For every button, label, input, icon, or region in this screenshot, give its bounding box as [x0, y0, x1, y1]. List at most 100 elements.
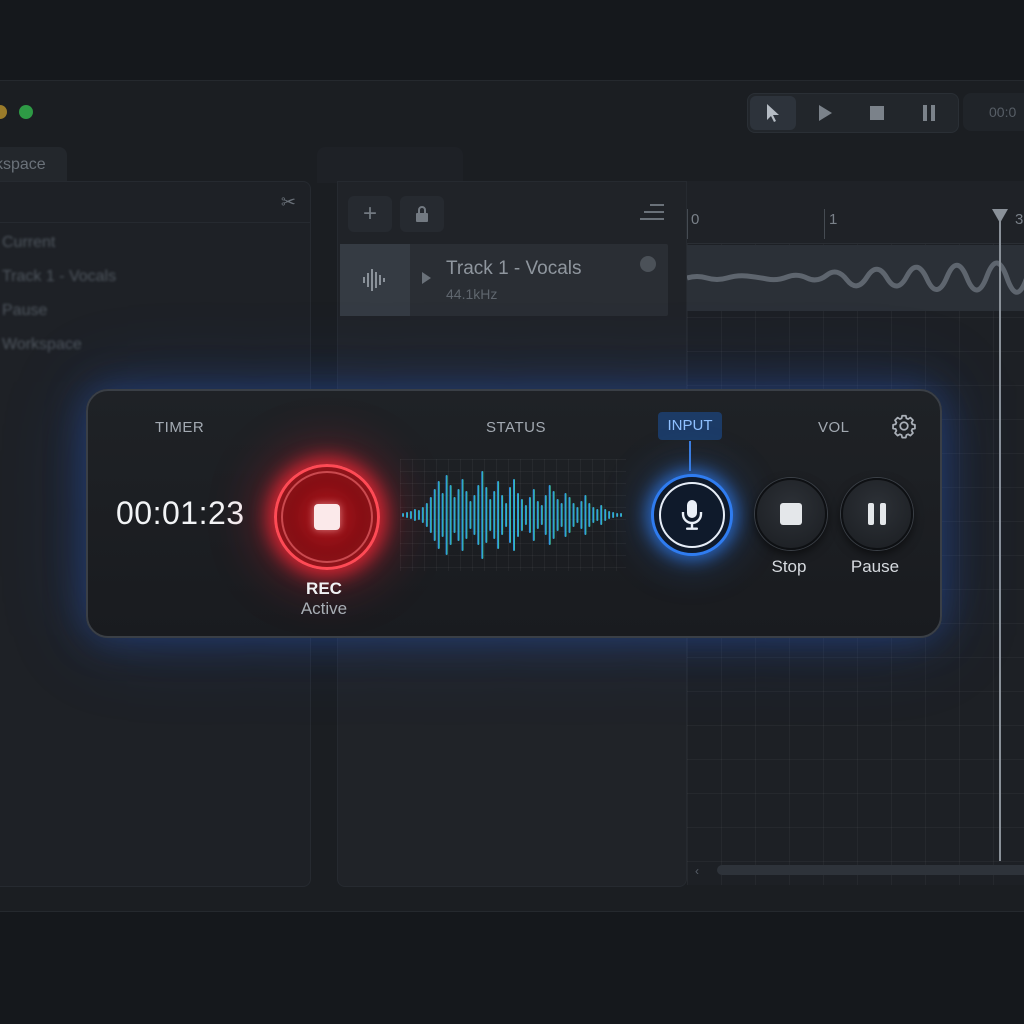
waveform-bar [517, 493, 519, 537]
ruler-tick-label: 3 [1015, 211, 1024, 228]
waveform-bar [513, 479, 515, 551]
input-connector [689, 441, 691, 471]
waveform-bar [580, 501, 583, 529]
waveform-bar [413, 509, 416, 521]
scroll-left-arrow[interactable]: ‹ [695, 864, 699, 878]
pause-label: Pause [850, 557, 900, 576]
waveform-bar [592, 507, 595, 523]
pause-icon [868, 503, 886, 525]
waveform-bar [560, 503, 563, 527]
waveform-bar [620, 513, 622, 517]
waveform-bar [425, 503, 428, 527]
horizontal-scrollbar[interactable] [717, 865, 1024, 875]
waveform-bar [552, 491, 555, 539]
track-row[interactable]: Track 1 - Vocals 44.1kHz [340, 244, 668, 316]
workspace-panel-header: ✂ [0, 182, 310, 223]
tab-tracks[interactable] [317, 147, 463, 183]
waveform-bar [544, 495, 547, 535]
cursor-tool-button[interactable] [750, 96, 796, 130]
play-button[interactable] [802, 96, 848, 130]
stop-icon [780, 503, 802, 525]
waveform-bar [481, 471, 484, 559]
waveform-bar [449, 485, 452, 545]
pause-button[interactable] [906, 96, 952, 130]
tree-item[interactable]: Track 1 - Vocals [2, 268, 116, 286]
waveform-bar [616, 513, 619, 517]
pause-button[interactable] [841, 478, 913, 550]
track-sample-rate: 44.1kHz [446, 286, 498, 302]
scissors-icon[interactable]: ✂ [281, 192, 296, 213]
plus-icon: + [362, 200, 377, 227]
waveform-bar [465, 491, 468, 539]
waveform-bar [437, 481, 440, 549]
waveform-bar [489, 499, 492, 531]
waveform-bar [520, 499, 523, 531]
pause-icon [923, 105, 935, 121]
waveform-bar [548, 485, 551, 545]
waveform-bar [564, 493, 567, 537]
waveform-bar [505, 503, 508, 527]
zoom-button[interactable] [19, 105, 33, 119]
time-display: 00:0 [963, 93, 1024, 131]
waveform-bar [417, 510, 420, 520]
waveform-bar [477, 485, 480, 545]
transport-toolbar [747, 93, 959, 133]
stop-button[interactable] [755, 478, 827, 550]
waveform-bar [588, 503, 591, 527]
stop-icon [870, 106, 884, 120]
waveform-bar [572, 503, 575, 527]
volume-label[interactable]: VOL [818, 419, 850, 436]
lock-button[interactable] [400, 196, 444, 232]
status-waveform [400, 459, 626, 571]
track-name: Track 1 - Vocals [446, 258, 582, 279]
waveform-bar [485, 487, 488, 543]
record-stop-icon [314, 504, 340, 530]
waveform-bar [469, 501, 472, 529]
waveform-bar [604, 509, 607, 521]
mic-input-button[interactable] [651, 474, 733, 556]
waveform-bar [501, 495, 504, 535]
title-bar: 00:0 [0, 81, 1024, 141]
waveform-bar [461, 479, 464, 551]
ruler-tick-label: 0 [691, 211, 700, 228]
waveform-bar [540, 505, 543, 525]
recording-widget: TIMER STATUS INPUT VOL 00:01:23 REC Acti… [86, 389, 942, 638]
play-icon[interactable] [422, 272, 431, 284]
track-waveform-thumbnail [340, 244, 410, 316]
waveform-bar [556, 499, 559, 531]
tree-item[interactable]: Workspace [2, 336, 82, 354]
add-track-button[interactable]: + [348, 196, 392, 232]
playhead-line [999, 211, 1001, 861]
waveform-bar [406, 512, 408, 518]
ruler-tick-label: 1 [829, 211, 838, 228]
record-button[interactable] [274, 464, 380, 570]
waveform-bar [532, 489, 535, 541]
play-icon [819, 105, 832, 121]
tree-item[interactable]: Current [2, 234, 55, 252]
waveform-bar [421, 507, 424, 523]
waveform-bar [473, 495, 476, 535]
waveform-bar [453, 497, 456, 533]
minimize-button[interactable] [0, 105, 7, 119]
tab-workspace[interactable]: kspace [0, 147, 67, 183]
waveform-bar [524, 505, 527, 525]
tree-item[interactable]: Pause [2, 302, 47, 320]
input-badge[interactable]: INPUT [658, 412, 722, 440]
waveform-bar [596, 509, 599, 521]
timeline-ruler[interactable]: 0 1 3 [687, 181, 1024, 244]
list-menu-icon[interactable] [640, 202, 664, 222]
waveform-bar [493, 491, 496, 539]
record-arm-toggle[interactable] [640, 256, 656, 272]
gear-icon[interactable] [891, 413, 917, 439]
waveform-bar [612, 512, 615, 518]
stop-button[interactable] [854, 96, 900, 130]
waveform-bar [536, 501, 539, 529]
waveform-bar [402, 513, 404, 517]
waveform-bar [445, 475, 448, 555]
waveform-bar [429, 497, 432, 533]
waveform-bar [568, 497, 571, 533]
waveform-bar [600, 505, 603, 525]
track-lane-waveform[interactable] [686, 245, 1024, 311]
microphone-icon [681, 500, 703, 530]
rec-label: REC [306, 579, 342, 598]
